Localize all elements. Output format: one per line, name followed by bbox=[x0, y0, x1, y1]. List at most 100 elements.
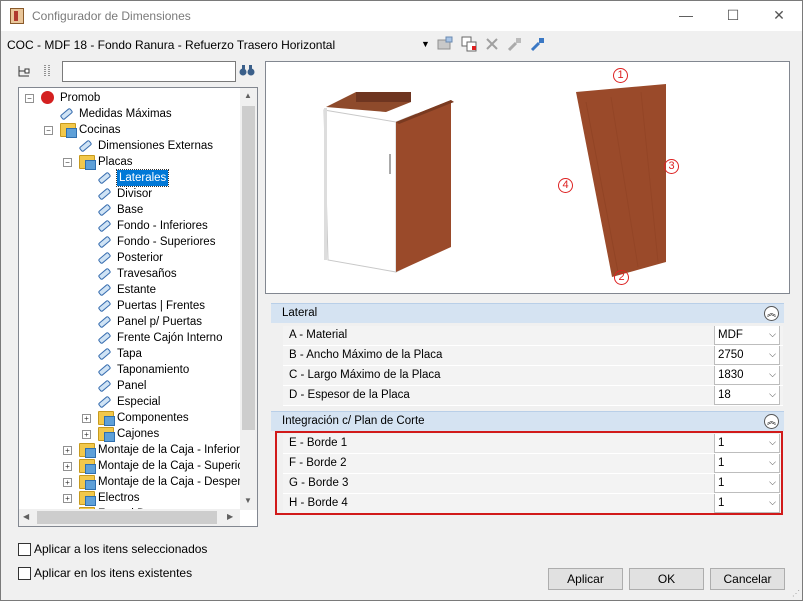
save-config-icon[interactable] bbox=[437, 36, 453, 52]
property-value: 1830 bbox=[718, 369, 744, 381]
edge-label-4: 4 bbox=[558, 178, 573, 193]
property-value-select[interactable]: 18 ⌵ bbox=[714, 386, 780, 405]
tree-item[interactable]: Fondo - Superiores bbox=[19, 234, 249, 250]
tree-item[interactable]: Dimensiones Externas bbox=[19, 138, 249, 154]
section-integracion[interactable]: Integración c/ Plan de Corte ︽ bbox=[271, 411, 784, 431]
tree-item[interactable]: Frente Cajón Interno bbox=[19, 330, 249, 346]
resize-grip-icon[interactable]: ⋰ bbox=[792, 589, 800, 598]
chevron-down-icon[interactable]: ⌵ bbox=[769, 349, 776, 360]
tree-item[interactable]: + Montaje de la Caja - Inferior bbox=[19, 442, 249, 458]
expand-icon[interactable]: + bbox=[63, 494, 72, 503]
folder-icon bbox=[79, 459, 96, 474]
tree-item[interactable]: Posterior bbox=[19, 250, 249, 266]
tree-search-input[interactable] bbox=[62, 61, 236, 82]
close-button[interactable]: ✕ bbox=[769, 6, 789, 24]
minimize-button[interactable]: — bbox=[676, 6, 696, 24]
folder-icon bbox=[98, 427, 115, 442]
tree-hscroll-thumb[interactable] bbox=[37, 511, 217, 524]
chevron-down-icon[interactable]: ⌵ bbox=[769, 389, 776, 400]
collapse-icon[interactable]: ︽ bbox=[764, 414, 779, 429]
tree-item[interactable]: + Montaje de la Caja - Despensa bbox=[19, 474, 256, 490]
collapse-icon[interactable]: − bbox=[63, 158, 72, 167]
tree-item[interactable]: + Cajones bbox=[19, 426, 249, 442]
property-row: D - Espesor de la Placa 18 ⌵ bbox=[283, 386, 783, 406]
tree-item[interactable]: Divisor bbox=[19, 186, 249, 202]
tree-collapse-icon[interactable] bbox=[41, 64, 55, 78]
tree-item-label: Medidas Máximas bbox=[79, 108, 172, 120]
apply-existing-checkbox[interactable] bbox=[18, 567, 31, 580]
property-row: C - Largo Máximo de la Placa 1830 ⌵ bbox=[283, 366, 783, 386]
tree-item[interactable]: Taponamiento bbox=[19, 362, 249, 378]
tag-icon bbox=[97, 363, 112, 377]
expand-icon[interactable]: + bbox=[82, 430, 91, 439]
property-value-select[interactable]: MDF ⌵ bbox=[714, 326, 780, 345]
tree-item-label: Estante bbox=[117, 284, 156, 296]
delete-config-icon[interactable] bbox=[484, 36, 500, 52]
property-value-select[interactable]: 2750 ⌵ bbox=[714, 346, 780, 365]
tree-item[interactable]: Puertas | Frentes bbox=[19, 298, 249, 314]
tree-item[interactable]: Panel bbox=[19, 378, 249, 394]
apply-selected-checkbox[interactable] bbox=[18, 543, 31, 556]
binoculars-icon[interactable] bbox=[239, 63, 255, 80]
tree-item-label: Fondo - Inferiores bbox=[117, 220, 208, 232]
tree-item[interactable]: − Promob bbox=[19, 90, 249, 106]
tree-item-label: Dimensiones Externas bbox=[98, 140, 214, 152]
collapse-icon[interactable]: − bbox=[44, 126, 53, 135]
expand-icon[interactable]: + bbox=[63, 478, 72, 487]
tree-item[interactable]: Tapa bbox=[19, 346, 249, 362]
cancel-button[interactable]: Cancelar bbox=[710, 568, 785, 590]
tree-expand-icon[interactable] bbox=[17, 64, 31, 78]
config-dropdown-icon[interactable]: ▼ bbox=[421, 39, 430, 49]
tree-item[interactable]: − Cocinas bbox=[19, 122, 249, 138]
tree-item-label: Taponamiento bbox=[117, 364, 190, 376]
tree-item[interactable]: Travesaños bbox=[19, 266, 249, 282]
apply-existing-label: Aplicar en los itens existentes bbox=[34, 566, 193, 580]
category-tree[interactable]: − Promob Medidas Máximas − Cocinas Dimensione… bbox=[18, 87, 258, 527]
copy-config-icon[interactable] bbox=[461, 36, 477, 52]
expand-icon[interactable]: + bbox=[63, 446, 72, 455]
tag-icon bbox=[97, 283, 112, 297]
scroll-left-icon[interactable]: ◀ bbox=[23, 512, 29, 521]
tree-item[interactable]: Laterales bbox=[19, 169, 249, 187]
expand-icon[interactable]: + bbox=[63, 462, 72, 471]
chevron-down-icon[interactable]: ⌵ bbox=[769, 329, 776, 340]
tree-item[interactable]: Estante bbox=[19, 282, 249, 298]
chevron-down-icon[interactable]: ⌵ bbox=[769, 369, 776, 380]
tree-item-label: Fondo - Superiores bbox=[117, 236, 216, 248]
tree-item[interactable]: + Electros bbox=[19, 490, 249, 506]
property-row: B - Ancho Máximo de la Placa 2750 ⌵ bbox=[283, 346, 783, 366]
ok-button[interactable]: OK bbox=[629, 568, 704, 590]
folder-icon bbox=[79, 475, 96, 490]
export-config-icon[interactable] bbox=[507, 36, 523, 52]
import-config-icon[interactable] bbox=[530, 36, 546, 52]
tree-item[interactable]: Especial bbox=[19, 394, 249, 410]
tree-item[interactable]: + Componentes bbox=[19, 410, 249, 426]
property-value: 2750 bbox=[718, 349, 744, 361]
tree-item-label: Divisor bbox=[117, 188, 153, 200]
tree-scroll-thumb[interactable] bbox=[242, 106, 255, 430]
tree-item[interactable]: Medidas Máximas bbox=[19, 106, 249, 122]
collapse-icon[interactable]: − bbox=[25, 94, 34, 103]
edge-label-1: 1 bbox=[613, 68, 628, 83]
maximize-button[interactable]: ☐ bbox=[723, 6, 743, 24]
property-value-select[interactable]: 1830 ⌵ bbox=[714, 366, 780, 385]
tree-vertical-scrollbar[interactable]: ▲ ▼ bbox=[240, 88, 257, 510]
apply-button[interactable]: Aplicar bbox=[548, 568, 623, 590]
tree-item[interactable]: Panel p/ Puertas bbox=[19, 314, 249, 330]
tag-icon bbox=[97, 331, 112, 345]
section-lateral[interactable]: Lateral ︽ bbox=[271, 303, 784, 323]
tree-item[interactable]: Fondo - Inferiores bbox=[19, 218, 249, 234]
scroll-right-icon[interactable]: ▶ bbox=[227, 512, 233, 521]
tree-horizontal-scrollbar[interactable]: ◀ ▶ bbox=[19, 509, 240, 526]
scroll-up-icon[interactable]: ▲ bbox=[244, 91, 252, 100]
preview-panel: 1 2 3 4 bbox=[265, 61, 790, 294]
expand-icon[interactable]: + bbox=[82, 414, 91, 423]
section-title: Lateral bbox=[282, 307, 318, 319]
tree-item[interactable]: + Montaje de la Caja - Superior bbox=[19, 458, 249, 474]
tree-item[interactable]: Base bbox=[19, 202, 249, 218]
tree-item[interactable]: − Placas bbox=[19, 154, 249, 170]
tag-icon bbox=[59, 107, 74, 121]
collapse-icon[interactable]: ︽ bbox=[764, 306, 779, 321]
scroll-down-icon[interactable]: ▼ bbox=[244, 496, 252, 505]
tag-icon bbox=[97, 299, 112, 313]
